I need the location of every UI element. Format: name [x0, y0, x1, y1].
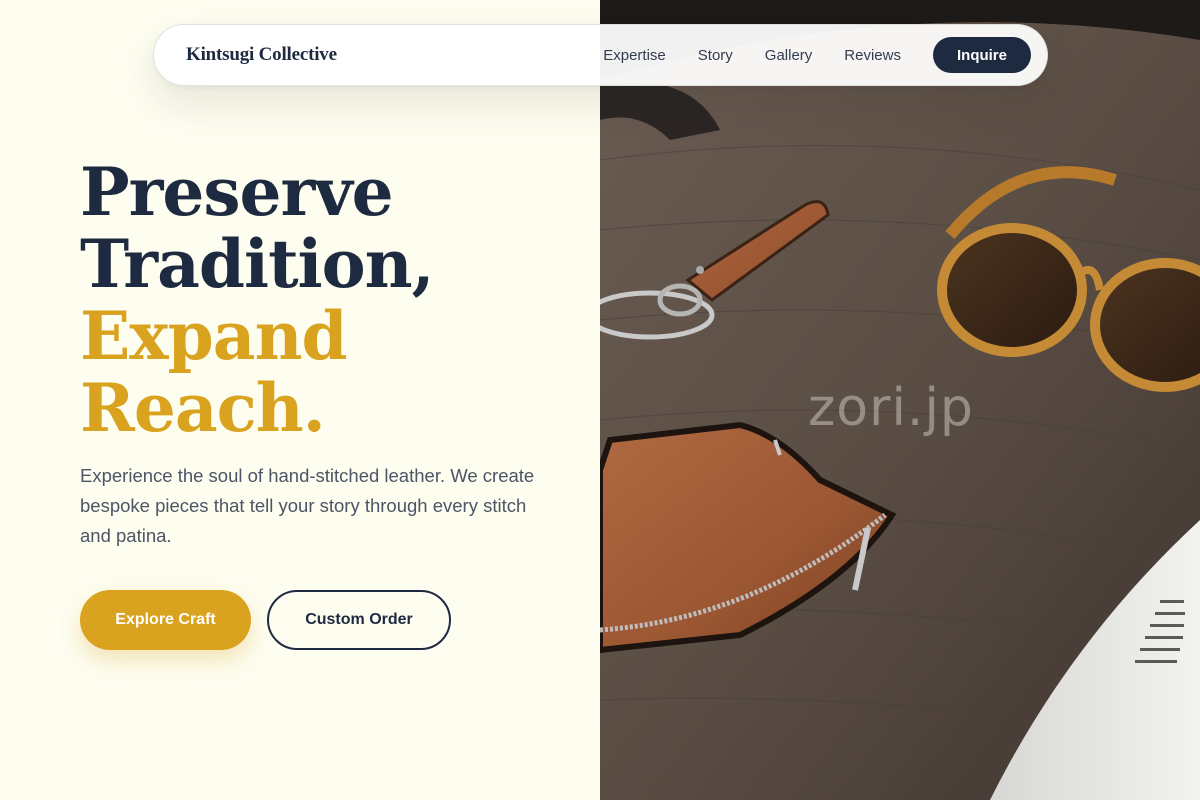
top-navigation: Kintsugi Collective Expertise Story Gall…: [153, 24, 1048, 86]
watermark-text: zori.jp: [808, 378, 974, 438]
hero-title-line-3: Expand: [80, 297, 348, 375]
explore-craft-button[interactable]: Explore Craft: [80, 590, 251, 650]
hero-title: Preserve Tradition, Expand Reach.: [80, 156, 580, 444]
inquire-button[interactable]: Inquire: [932, 37, 1031, 73]
custom-order-button[interactable]: Custom Order: [267, 590, 451, 650]
hero-title-line-4: Reach.: [80, 369, 326, 447]
nav-link-story[interactable]: Story: [698, 47, 733, 64]
brand-logo[interactable]: Kintsugi Collective: [186, 44, 337, 66]
hero-title-line-1: Preserve: [80, 153, 394, 231]
hero-description: Experience the soul of hand-stitched lea…: [80, 465, 535, 546]
nav-link-expertise[interactable]: Expertise: [603, 47, 666, 64]
hero-title-line-2: Tradition,: [80, 225, 435, 303]
nav-link-gallery[interactable]: Gallery: [765, 47, 813, 64]
nav-link-reviews[interactable]: Reviews: [844, 47, 901, 64]
nav-links: Expertise Story Gallery Reviews Inquire: [603, 37, 1031, 73]
